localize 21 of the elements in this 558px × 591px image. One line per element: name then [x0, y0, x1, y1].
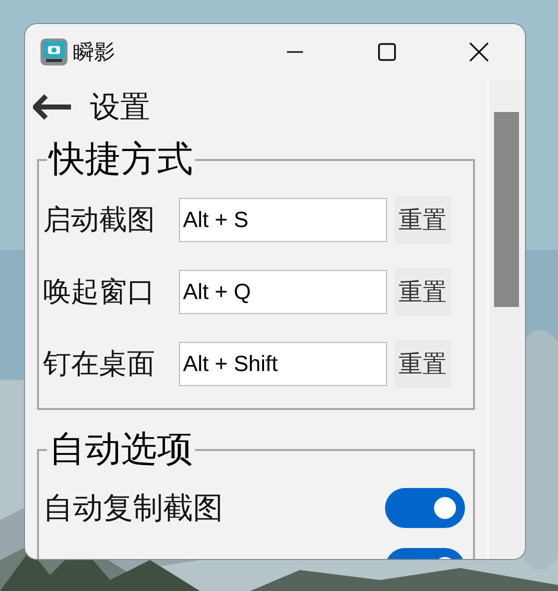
toggle-switch[interactable] — [385, 488, 465, 528]
minimize-icon — [286, 51, 304, 53]
reset-button[interactable]: 重置 — [394, 268, 451, 316]
shortcut-label: 钉在桌面 — [43, 346, 156, 382]
scrollbar[interactable] — [487, 80, 525, 559]
maximize-icon — [378, 43, 396, 61]
close-icon — [469, 42, 489, 62]
window-title: 瞬影 — [73, 39, 115, 66]
shortcut-field[interactable]: Alt + Q — [179, 270, 387, 314]
shortcut-label: 唤起窗口 — [43, 274, 156, 310]
page-title: 设置 — [90, 88, 150, 126]
camera-icon — [40, 38, 68, 66]
shortcut-field[interactable]: Alt + S — [179, 198, 387, 242]
group-title: 自动选项 — [48, 430, 194, 470]
shortcut-field[interactable]: Alt + Shift — [179, 342, 387, 386]
back-arrow-icon — [33, 94, 73, 120]
reset-button[interactable]: 重置 — [394, 196, 451, 244]
reset-button[interactable]: 重置 — [394, 340, 451, 388]
group-title: 快捷方式 — [47, 140, 194, 180]
shortcut-label: 启动截图 — [43, 202, 156, 238]
toggle-label: 自动复制截图 — [43, 490, 223, 528]
